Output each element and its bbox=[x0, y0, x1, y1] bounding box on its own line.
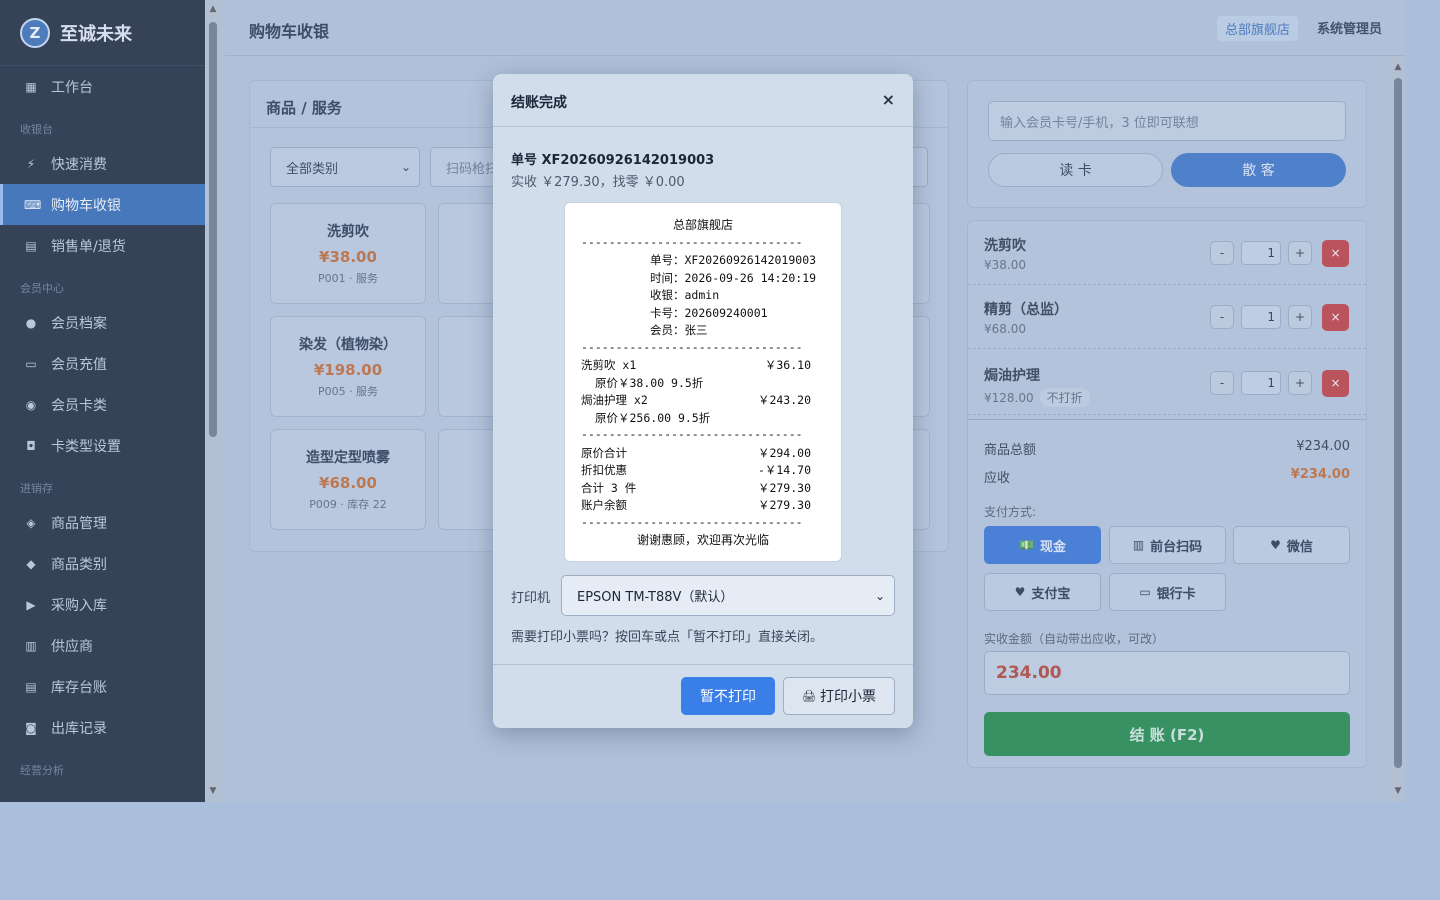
close-icon[interactable]: × bbox=[882, 90, 895, 109]
receipt-sum-label: 合计 3 件 bbox=[581, 481, 637, 495]
receipt-bal-label: 账户余额 bbox=[581, 498, 627, 512]
no-print-button[interactable]: 暂不打印 bbox=[681, 677, 775, 715]
checkout-complete-dialog: 结账完成 × 单号 XF20260926142019003 实收 ￥279.30… bbox=[493, 74, 913, 728]
receipt-disc-label: 折扣优惠 bbox=[581, 463, 627, 477]
receipt-bal: ￥279.30 bbox=[757, 498, 811, 512]
order-number: 单号 XF20260926142019003 bbox=[511, 153, 715, 168]
print-receipt-button[interactable]: 🖨 打印小票 bbox=[783, 677, 895, 715]
printer-select[interactable]: EPSON TM-T88V（默认） ⌄ bbox=[561, 575, 895, 616]
receipt-item-note: 原价￥38.00 9.5折 bbox=[595, 376, 704, 390]
print-hint: 需要打印小票吗？按回车或点「暂不打印」直接关闭。 bbox=[511, 630, 824, 645]
receipt-item-note: 原价￥256.00 9.5折 bbox=[595, 411, 711, 425]
dialog-title: 结账完成 bbox=[511, 95, 567, 111]
receipt-item-amount: ￥243.20 bbox=[757, 393, 811, 407]
receipt-preview: 总部旗舰店 -------------------------------- 单… bbox=[564, 202, 842, 562]
receipt-orig: ￥294.00 bbox=[757, 446, 811, 460]
receipt-store: 总部旗舰店 bbox=[672, 218, 733, 232]
paid-summary: 实收 ￥279.30，找零 ￥0.00 bbox=[511, 175, 685, 190]
receipt-order: 单号：XF20260926142019003 bbox=[650, 253, 817, 267]
receipt-divider: -------------------------------- bbox=[581, 427, 803, 441]
receipt-divider: -------------------------------- bbox=[581, 235, 803, 249]
receipt-item: 洗剪吹 x1 bbox=[581, 358, 637, 372]
app-window: Z 至诚未来 ▦ 工作台 收银台 ⚡ 快速消费 ⌨ 购物车收银 ▤ 销售单/退货 会员中心 ● 会员档… bbox=[0, 0, 1406, 802]
receipt-time: 时间：2026-09-26 14:20:19 bbox=[650, 271, 817, 285]
receipt-item: 焗油护理 x2 bbox=[581, 393, 648, 407]
printer-select-value: EPSON TM-T88V（默认） bbox=[577, 590, 734, 605]
print-receipt-label: 打印小票 bbox=[819, 689, 876, 705]
printer-label: 打印机 bbox=[511, 591, 551, 606]
receipt-item-amount: ￥36.10 bbox=[764, 358, 811, 372]
receipt-divider: -------------------------------- bbox=[581, 515, 803, 529]
receipt-thanks: 谢谢惠顾，欢迎再次光临 bbox=[636, 533, 769, 547]
dialog-footer bbox=[493, 664, 913, 665]
receipt-cashier: 收银：admin bbox=[650, 288, 720, 302]
dialog-header: 结账完成 × bbox=[493, 74, 913, 127]
receipt-member: 会员：张三 bbox=[650, 323, 708, 337]
receipt-sum: ￥279.30 bbox=[757, 481, 811, 495]
receipt-divider: -------------------------------- bbox=[581, 340, 803, 354]
chevron-down-icon: ⌄ bbox=[874, 588, 885, 603]
receipt-card: 卡号：202609240001 bbox=[650, 306, 768, 320]
receipt-orig-label: 原价合计 bbox=[581, 446, 627, 460]
receipt-disc: -￥14.70 bbox=[757, 463, 811, 477]
printer-icon: 🖨 bbox=[802, 689, 816, 703]
